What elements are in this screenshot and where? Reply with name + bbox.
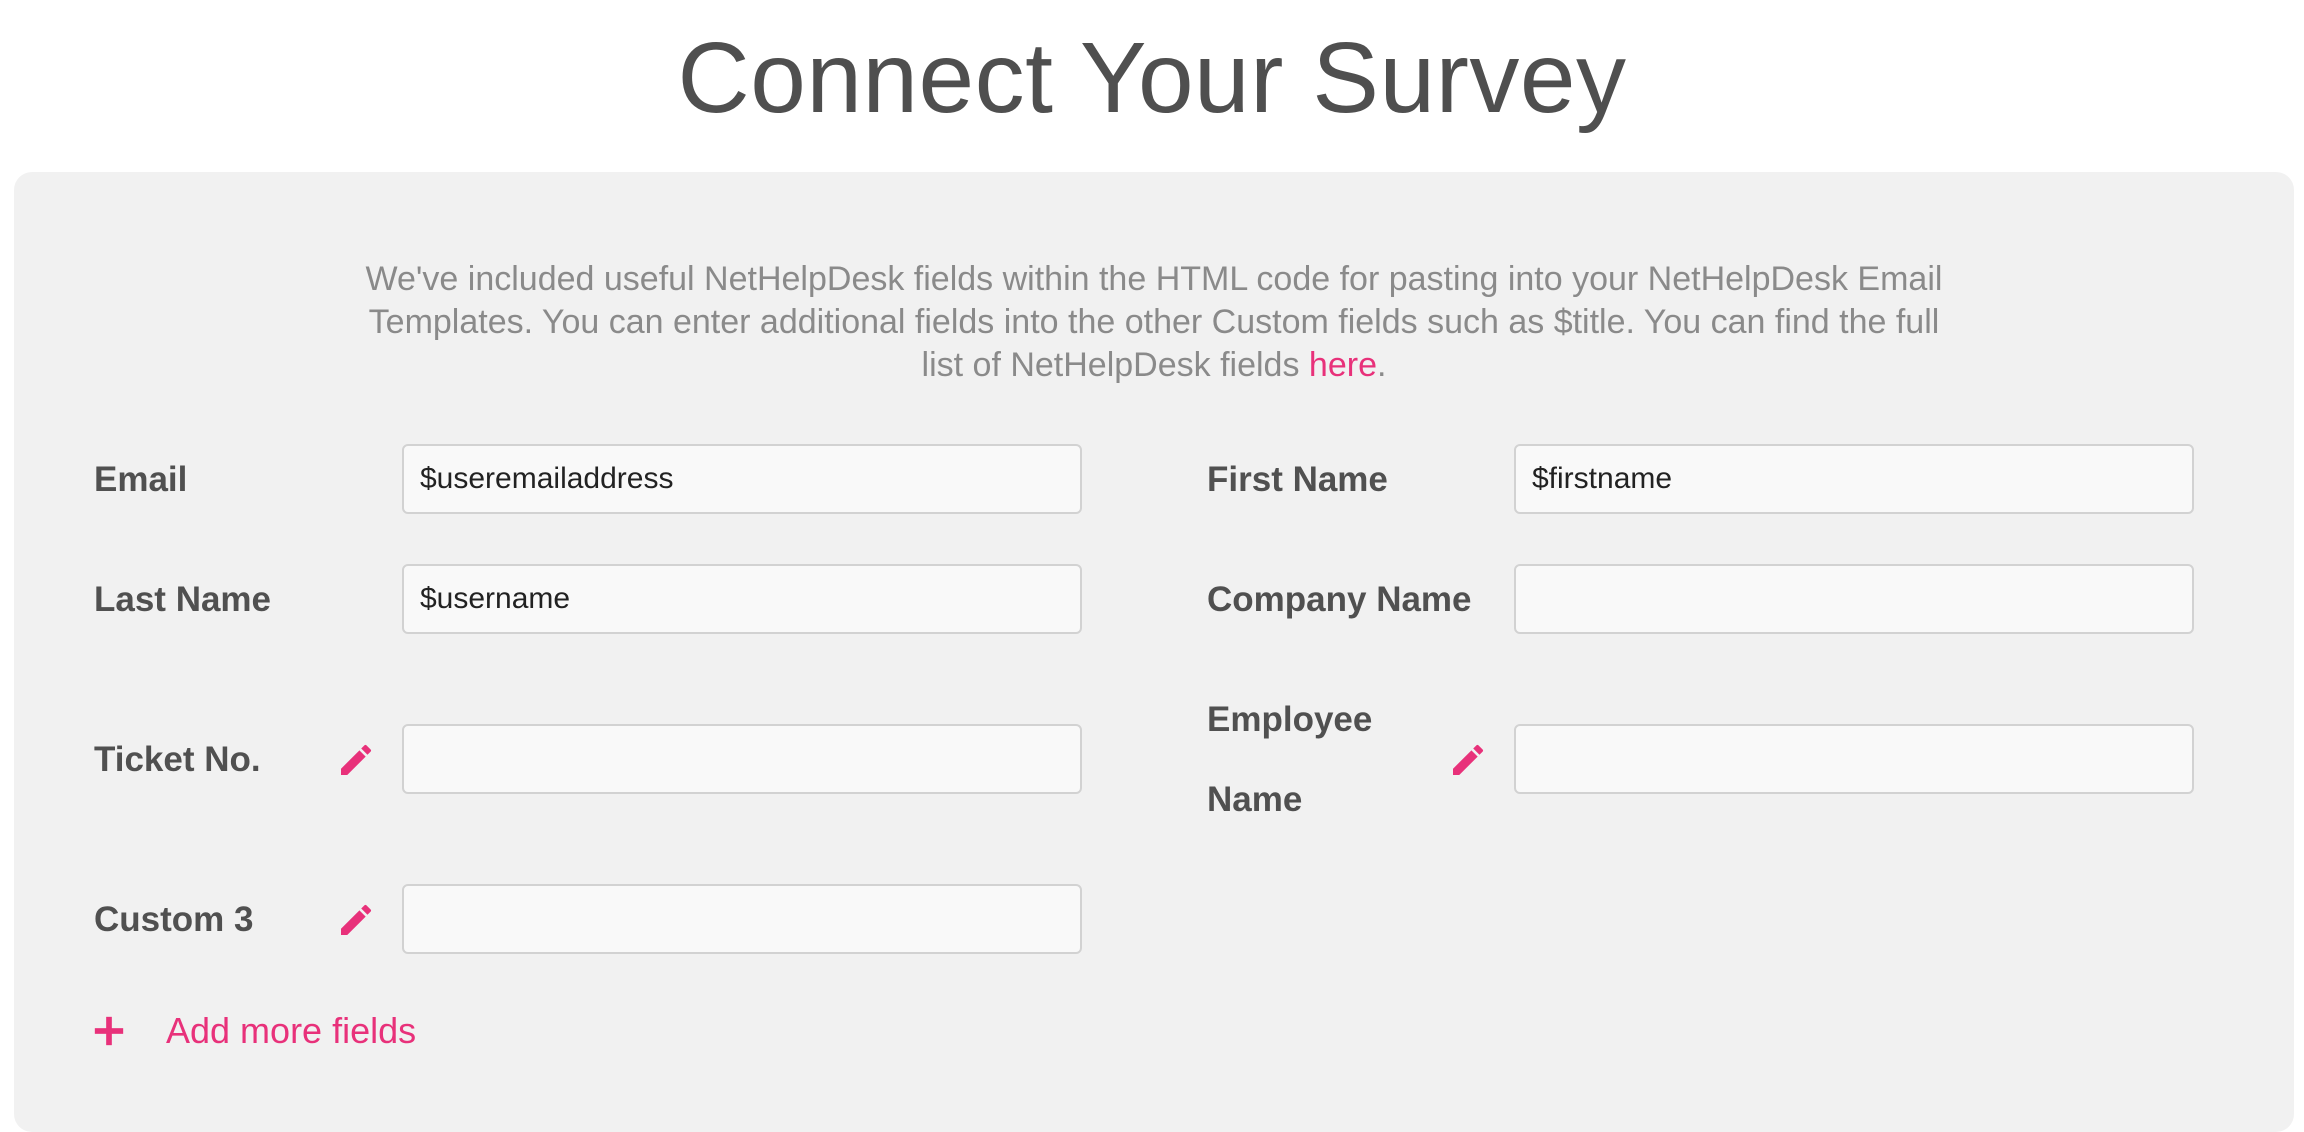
employee-name-label-line2: Name — [1207, 780, 1303, 819]
pencil-icon[interactable] — [336, 740, 376, 780]
intro-text-body: We've included useful NetHelpDesk fields… — [365, 260, 1943, 384]
email-field[interactable] — [402, 444, 1082, 514]
employee-name-label: Employee Name — [1207, 680, 1372, 840]
pencil-icon[interactable] — [1448, 740, 1488, 780]
pencil-icon[interactable] — [336, 900, 376, 940]
employee-name-field[interactable] — [1514, 724, 2194, 794]
last-name-field[interactable] — [402, 564, 1082, 634]
intro-text: We've included useful NetHelpDesk fields… — [354, 258, 1954, 387]
page-title: Connect Your Survey — [677, 22, 1627, 134]
ticket-no-label: Ticket No. — [94, 740, 261, 779]
add-more-fields-button[interactable]: Add more fields — [92, 1010, 416, 1052]
email-label: Email — [94, 460, 188, 499]
form-panel: We've included useful NetHelpDesk fields… — [14, 172, 2294, 1132]
company-name-label: Company Name — [1207, 580, 1472, 619]
add-more-fields-label: Add more fields — [166, 1010, 417, 1051]
company-name-field[interactable] — [1514, 564, 2194, 634]
first-name-label: First Name — [1207, 460, 1388, 499]
ticket-no-field[interactable] — [402, 724, 1082, 794]
plus-icon — [94, 1016, 124, 1046]
first-name-field[interactable] — [1514, 444, 2194, 514]
fields-list-link[interactable]: here — [1309, 346, 1377, 384]
last-name-label: Last Name — [94, 580, 272, 619]
custom-3-field[interactable] — [402, 884, 1082, 954]
employee-name-label-line1: Employee — [1207, 700, 1373, 739]
intro-text-end: . — [1376, 346, 1387, 384]
custom-3-label: Custom 3 — [94, 900, 254, 939]
